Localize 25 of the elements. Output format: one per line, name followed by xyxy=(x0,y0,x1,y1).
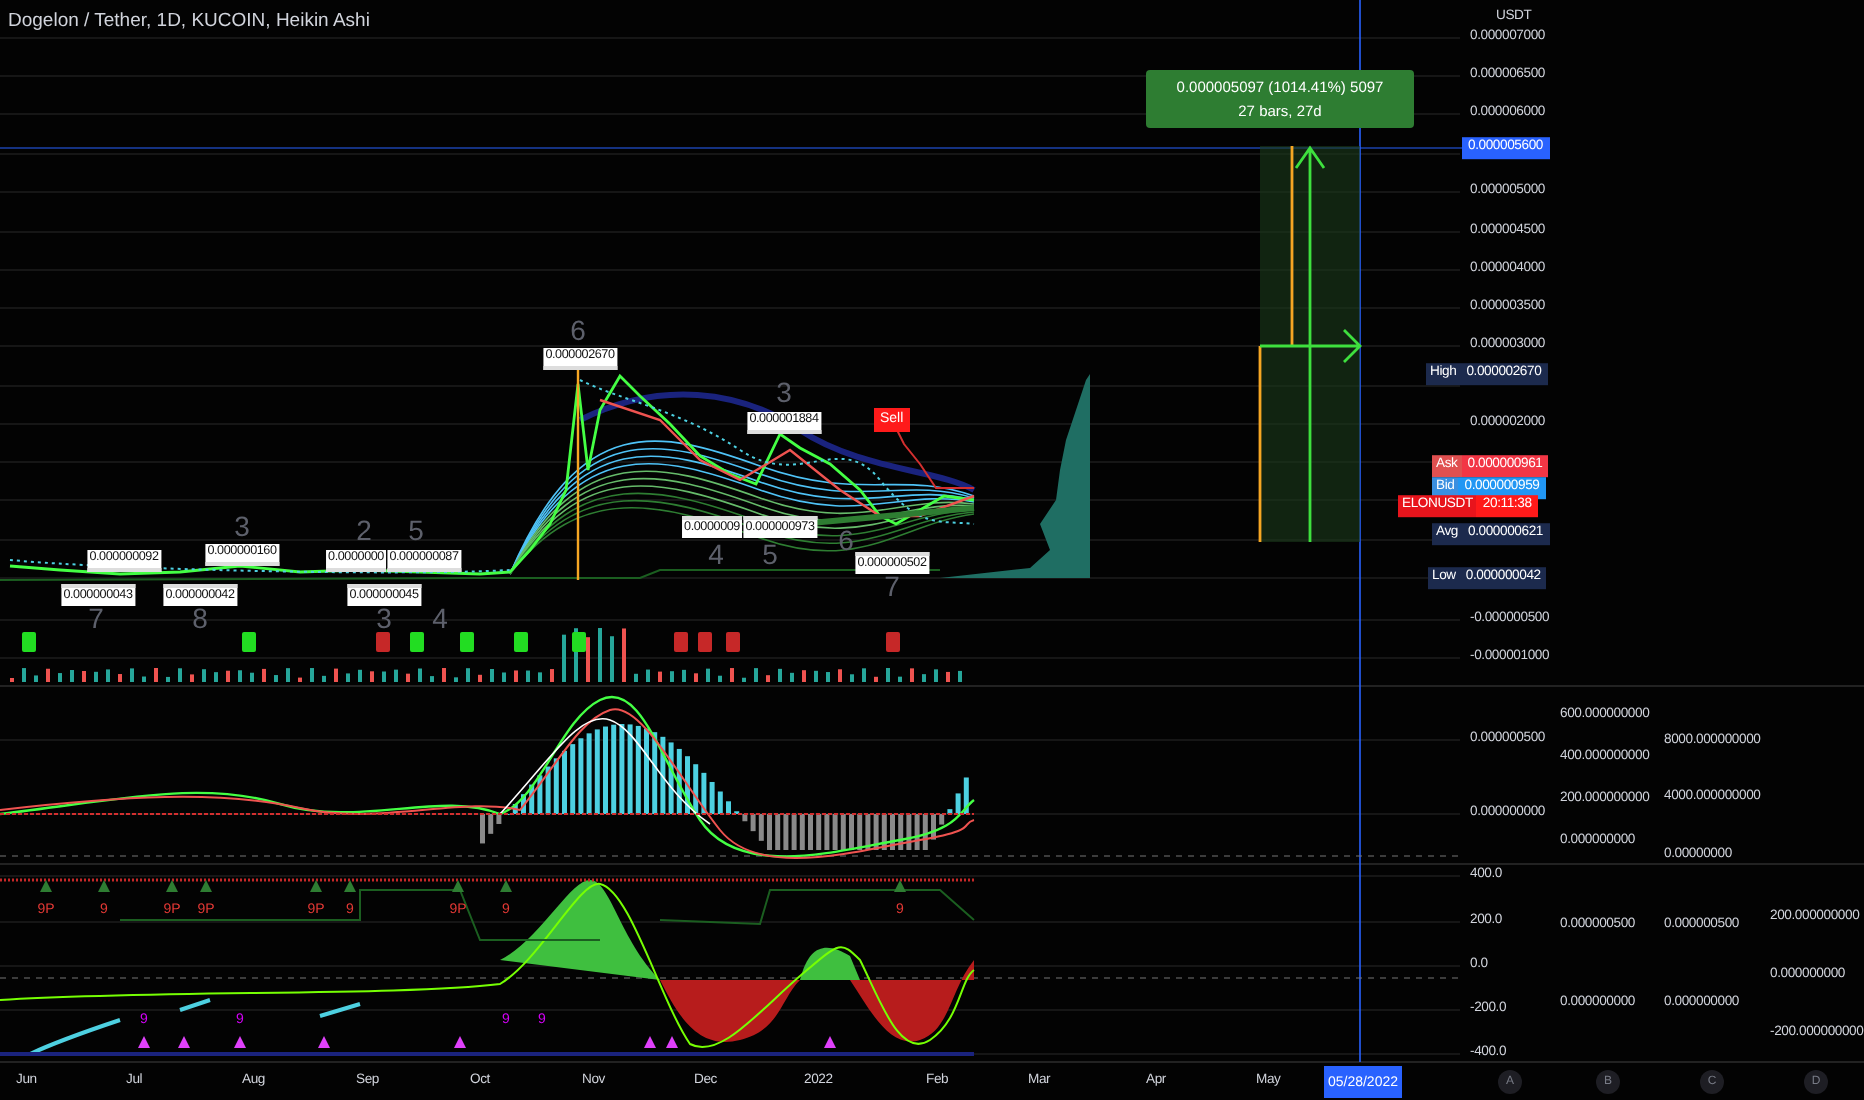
wave-number: 2 xyxy=(356,516,372,544)
histogram-bar xyxy=(808,814,813,850)
wave-number: 4 xyxy=(708,540,724,568)
wave-number: 4 xyxy=(432,604,448,632)
wave-number: 8 xyxy=(192,604,208,632)
histogram-bar xyxy=(931,814,936,840)
wave-number: 3 xyxy=(376,604,392,632)
histogram-bar xyxy=(603,726,608,814)
histogram-bar xyxy=(849,814,854,850)
histogram-bar xyxy=(644,728,649,814)
chart-title: Dogelon / Tether, 1D, KUCOIN, Heikin Ashi xyxy=(6,8,372,36)
histogram-bar xyxy=(521,794,526,814)
histogram-bar xyxy=(767,814,772,850)
wave-number: 7 xyxy=(88,604,104,632)
histogram-bar xyxy=(726,801,731,814)
wave-number: 3 xyxy=(776,378,792,406)
histogram-bar xyxy=(480,814,485,844)
wave-number: 5 xyxy=(762,540,778,568)
wave-number: 6 xyxy=(570,316,586,344)
wave-number: 3 xyxy=(234,512,250,540)
wave-number: 7 xyxy=(884,572,900,600)
wave-number: 5 xyxy=(408,516,424,544)
histogram-bar xyxy=(562,750,567,814)
histogram-bar xyxy=(890,814,895,850)
histogram-bar xyxy=(685,756,690,814)
